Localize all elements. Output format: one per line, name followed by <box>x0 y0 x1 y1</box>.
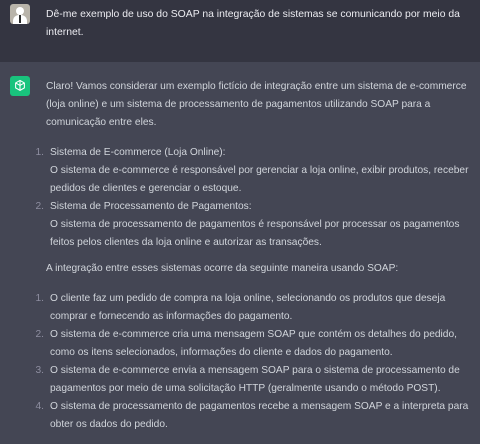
user-message-text: Dê-me exemplo de uso do SOAP na integraç… <box>46 9 460 38</box>
list-item: 1. Sistema de E-commerce (Loja Online): … <box>36 144 474 198</box>
list-item: 2. Sistema de Processamento de Pagamento… <box>36 198 474 252</box>
list-number: 1. <box>35 293 45 304</box>
list-item-desc: O sistema de processamento de pagamentos… <box>50 219 460 248</box>
list-item-text: O sistema de e-commerce envia a mensagem… <box>50 365 460 394</box>
intro-paragraph: Claro! Vamos considerar um exemplo fictí… <box>46 81 467 128</box>
user-message: Dê-me exemplo de uso do SOAP na integraç… <box>0 0 480 62</box>
systems-list: 1. Sistema de E-commerce (Loja Online): … <box>36 144 474 252</box>
list-item: 3. O sistema de e-commerce envia a mensa… <box>36 362 474 398</box>
list-number: 1. <box>35 147 45 158</box>
list-item-text: O sistema de e-commerce cria uma mensage… <box>50 329 457 358</box>
list-item-text: O cliente faz um pedido de compra na loj… <box>50 293 446 322</box>
middle-paragraph: A integração entre esses sistemas ocorre… <box>46 263 399 274</box>
list-number: 4. <box>35 401 45 412</box>
list-number: 2. <box>35 329 45 340</box>
steps-list: 1. O cliente faz um pedido de compra na … <box>36 290 474 434</box>
user-avatar-icon <box>10 4 30 24</box>
list-number: 3. <box>35 365 45 376</box>
list-item-title: Sistema de E-commerce (Loja Online): <box>50 147 226 158</box>
list-number: 2. <box>35 201 45 212</box>
assistant-message-content: Claro! Vamos considerar um exemplo fictí… <box>36 78 474 434</box>
list-item: 1. O cliente faz um pedido de compra na … <box>36 290 474 326</box>
list-item-text: O sistema de processamento de pagamentos… <box>50 401 469 430</box>
list-item: 2. O sistema de e-commerce cria uma mens… <box>36 326 474 362</box>
list-item-desc: O sistema de e-commerce é responsável po… <box>50 165 469 194</box>
list-item: 4. O sistema de processamento de pagamen… <box>36 398 474 434</box>
assistant-message: Claro! Vamos considerar um exemplo fictí… <box>0 62 480 444</box>
list-item-title: Sistema de Processamento de Pagamentos: <box>50 201 252 212</box>
openai-logo-icon <box>10 76 30 96</box>
